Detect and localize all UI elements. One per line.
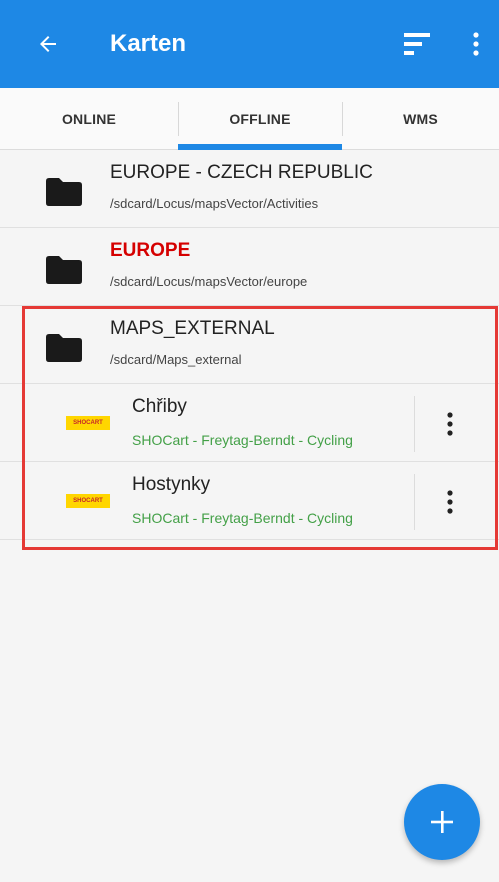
map-item-hostynky: SHOCART Hostynky SHOCart - Freytag-Bernd… xyxy=(0,462,499,540)
app-title: Karten xyxy=(110,30,187,57)
map-item-menu-button[interactable] xyxy=(436,408,464,440)
logo-text: SHOCART xyxy=(73,498,103,504)
more-vert-icon xyxy=(447,412,453,436)
folder-icon xyxy=(46,256,82,284)
more-vert-icon xyxy=(473,32,479,56)
folder-item-maps-external[interactable]: MAPS_EXTERNAL /sdcard/Maps_external xyxy=(0,306,499,384)
app-bar: Karten xyxy=(0,0,499,88)
item-divider xyxy=(414,396,415,452)
map-title[interactable]: Chřiby xyxy=(132,396,187,418)
shocart-logo-icon: SHOCART xyxy=(66,416,110,430)
logo-text: SHOCART xyxy=(73,420,103,426)
folder-item-europe-czech-republic[interactable]: EUROPE - CZECH REPUBLIC /sdcard/Locus/ma… xyxy=(0,150,499,228)
folder-icon xyxy=(46,178,82,206)
back-button[interactable] xyxy=(32,28,64,60)
sort-button[interactable] xyxy=(402,30,432,58)
map-subtitle: SHOCart - Freytag-Berndt - Cycling xyxy=(132,432,353,448)
overflow-menu-button[interactable] xyxy=(466,28,486,60)
tab-wms[interactable]: WMS xyxy=(342,88,499,150)
folder-title: MAPS_EXTERNAL xyxy=(110,318,275,339)
item-divider xyxy=(414,474,415,530)
map-subtitle: SHOCart - Freytag-Berndt - Cycling xyxy=(132,510,353,526)
shocart-logo-icon: SHOCART xyxy=(66,494,110,508)
folder-icon xyxy=(46,334,82,362)
folder-title: EUROPE xyxy=(110,240,191,261)
folder-path: /sdcard/Maps_external xyxy=(110,352,242,367)
folder-item-europe[interactable]: EUROPE /sdcard/Locus/mapsVector/europe xyxy=(0,228,499,306)
plus-icon xyxy=(431,811,453,833)
folder-path: /sdcard/Locus/mapsVector/europe xyxy=(110,274,308,289)
map-title[interactable]: Hostynky xyxy=(132,474,210,496)
folder-title: EUROPE - CZECH REPUBLIC xyxy=(110,162,373,183)
tab-offline[interactable]: OFFLINE xyxy=(178,88,342,150)
tab-bar: ONLINE OFFLINE WMS xyxy=(0,88,499,150)
tab-online[interactable]: ONLINE xyxy=(0,88,178,150)
more-vert-icon xyxy=(447,490,453,514)
sort-icon xyxy=(404,33,430,55)
folder-path: /sdcard/Locus/mapsVector/Activities xyxy=(110,196,319,211)
add-map-fab[interactable] xyxy=(404,784,480,860)
arrow-left-icon xyxy=(40,36,56,52)
map-item-chriby: SHOCART Chřiby SHOCart - Freytag-Berndt … xyxy=(0,384,499,462)
map-item-menu-button[interactable] xyxy=(436,486,464,518)
